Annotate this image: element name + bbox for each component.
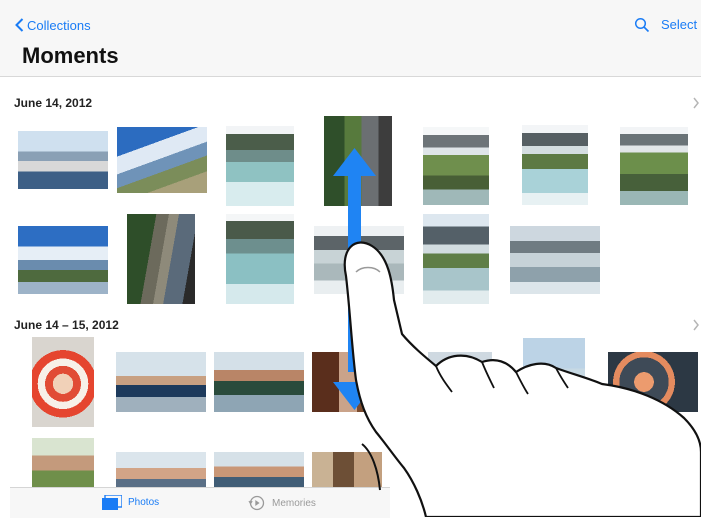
tab-memories-label: Memories bbox=[272, 497, 316, 509]
photo-thumbnail[interactable] bbox=[214, 452, 304, 488]
tab-bar: Photos Memories bbox=[10, 487, 390, 518]
photo-thumbnail[interactable] bbox=[18, 226, 108, 294]
navigation-bar: Collections Select Moments bbox=[0, 0, 701, 77]
photo-thumbnail[interactable] bbox=[116, 452, 206, 488]
photo-thumbnail[interactable] bbox=[117, 127, 207, 193]
photo-thumbnail[interactable] bbox=[608, 352, 698, 412]
page-title: Moments bbox=[22, 43, 119, 68]
select-button[interactable]: Select bbox=[661, 17, 697, 32]
photo-thumbnail[interactable] bbox=[423, 214, 489, 304]
back-button[interactable]: Collections bbox=[15, 16, 91, 34]
chevron-right-icon[interactable] bbox=[692, 319, 700, 331]
memories-icon bbox=[248, 495, 265, 511]
photo-thumbnail[interactable] bbox=[32, 337, 94, 427]
chevron-left-icon bbox=[15, 18, 24, 32]
photo-thumbnail[interactable] bbox=[116, 352, 206, 412]
photo-thumbnail[interactable] bbox=[510, 226, 600, 294]
photo-thumbnail[interactable] bbox=[522, 125, 588, 205]
moment-date-heading[interactable]: June 14 – 15, 2012 bbox=[14, 318, 119, 332]
photo-thumbnail[interactable] bbox=[214, 352, 304, 412]
back-button-label: Collections bbox=[27, 17, 91, 33]
photo-thumbnail[interactable] bbox=[620, 127, 688, 205]
photos-icon bbox=[102, 495, 122, 510]
photo-thumbnail[interactable] bbox=[423, 127, 489, 205]
photo-thumbnail[interactable] bbox=[523, 338, 585, 414]
photo-thumbnail[interactable] bbox=[226, 126, 294, 206]
photo-thumbnail[interactable] bbox=[127, 214, 195, 304]
photo-thumbnail[interactable] bbox=[428, 352, 492, 412]
photo-thumbnail[interactable] bbox=[312, 452, 382, 488]
photo-thumbnail[interactable] bbox=[312, 352, 402, 412]
photo-thumbnail[interactable] bbox=[324, 116, 392, 206]
tab-memories[interactable]: Memories bbox=[248, 495, 316, 511]
tab-photos[interactable]: Photos bbox=[102, 495, 159, 510]
photo-thumbnail[interactable] bbox=[314, 226, 404, 294]
tab-photos-label: Photos bbox=[128, 497, 160, 508]
search-icon[interactable] bbox=[634, 17, 650, 33]
moment-date-heading[interactable]: June 14, 2012 bbox=[14, 96, 92, 110]
photo-thumbnail[interactable] bbox=[18, 131, 108, 189]
photo-thumbnail[interactable] bbox=[32, 438, 94, 488]
chevron-right-icon[interactable] bbox=[692, 97, 700, 109]
photo-thumbnail[interactable] bbox=[226, 214, 294, 304]
